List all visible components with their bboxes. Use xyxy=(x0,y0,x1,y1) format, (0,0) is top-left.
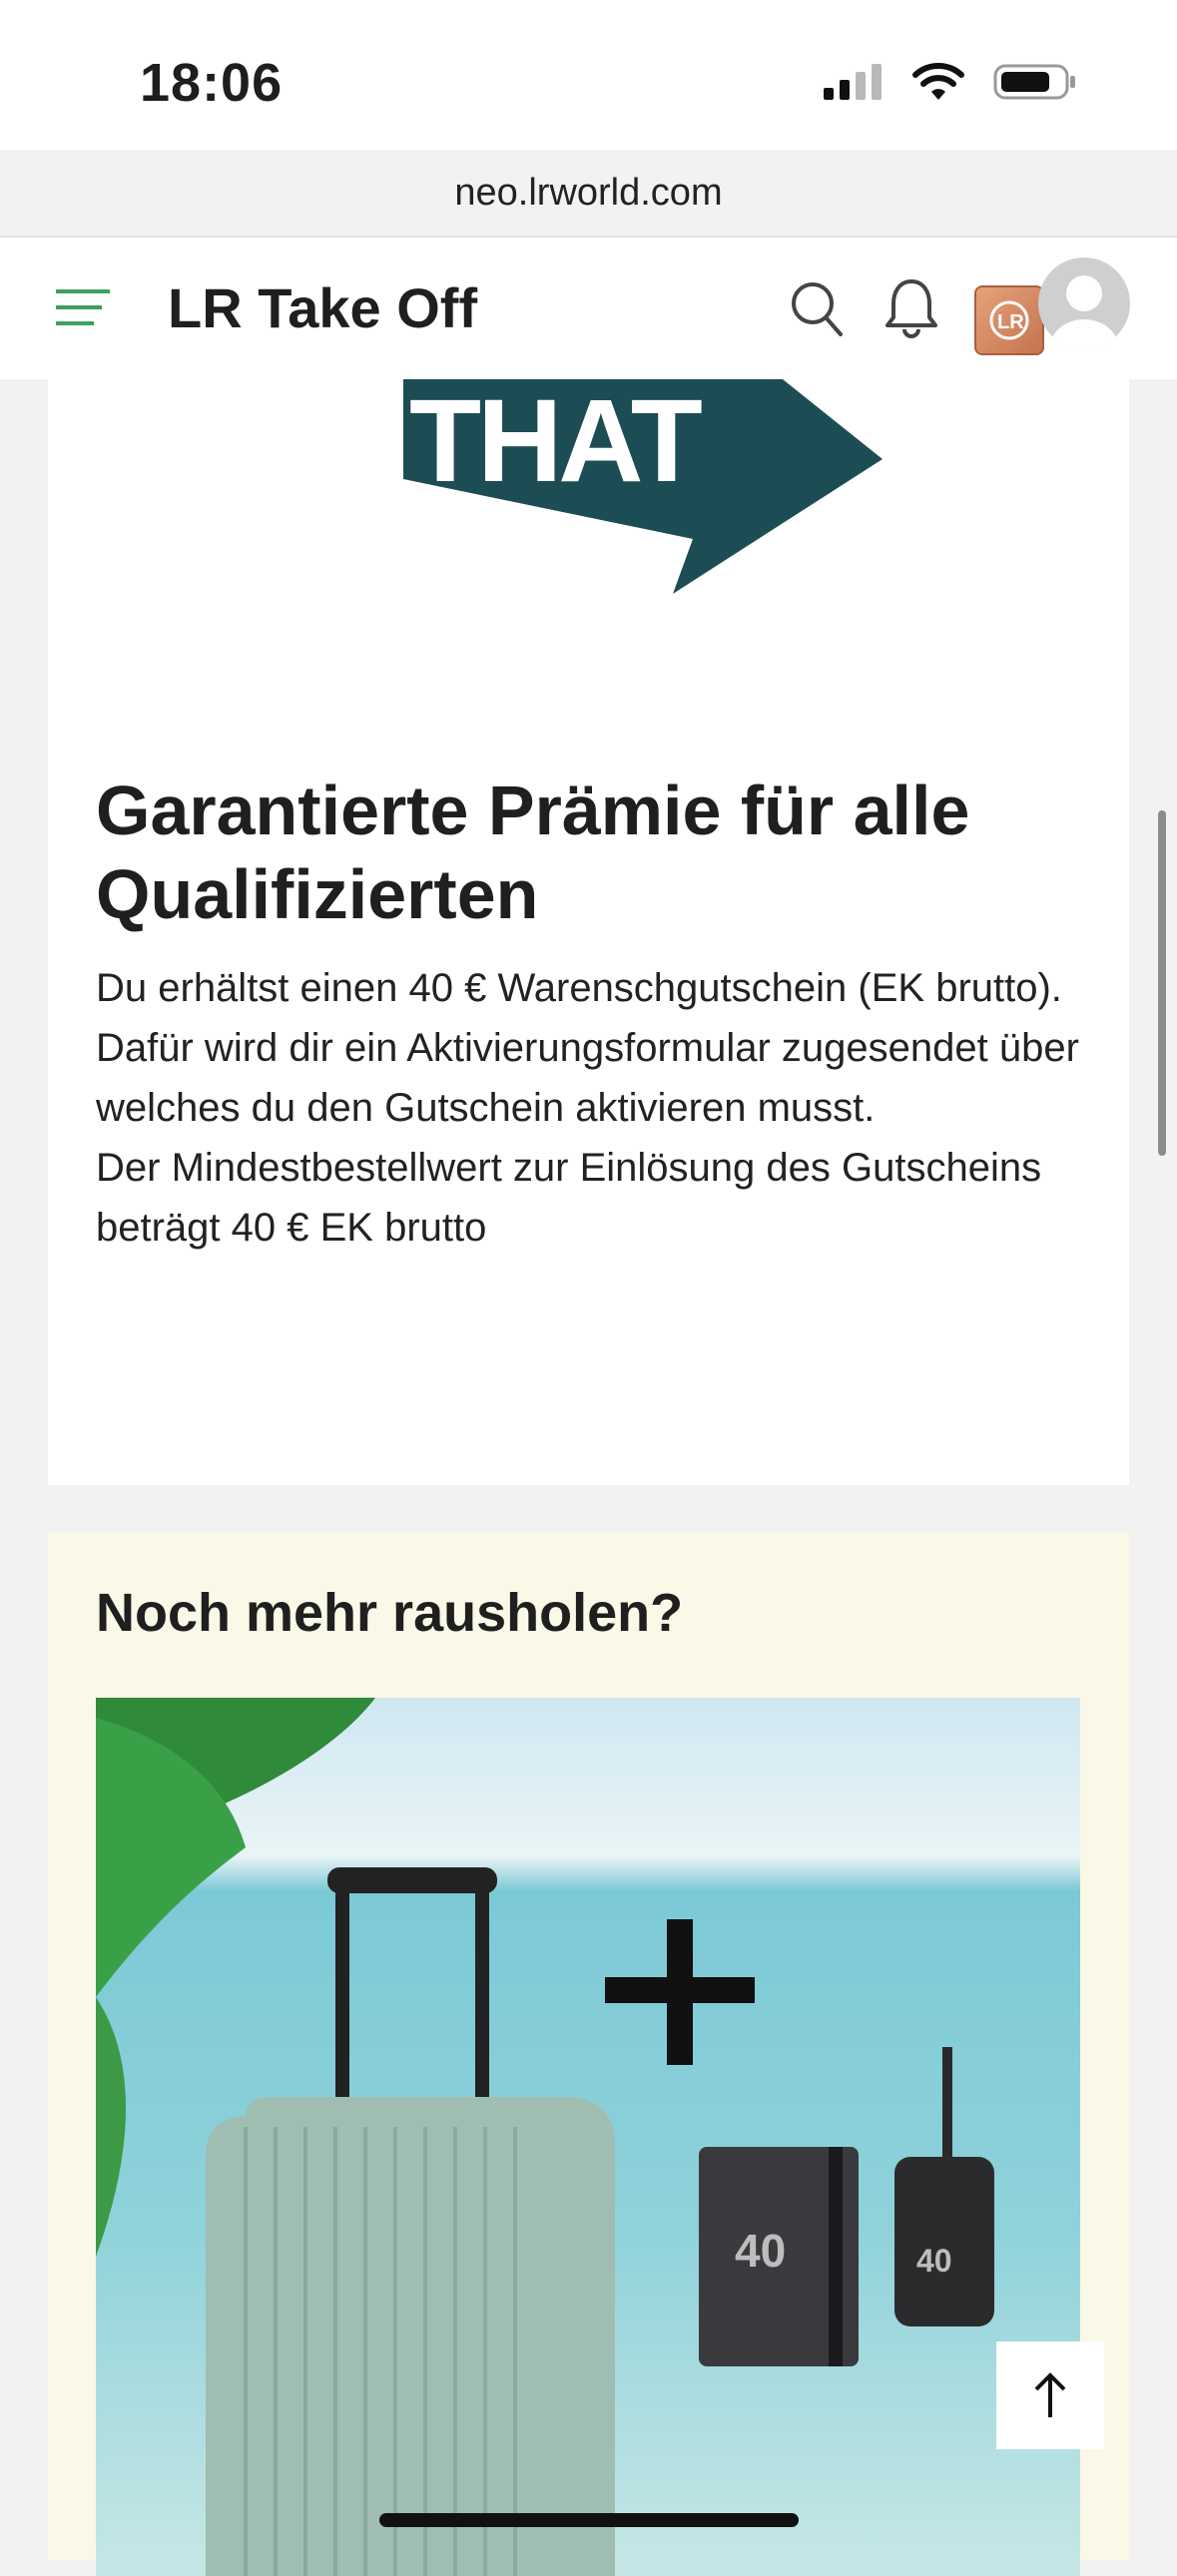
bell-icon[interactable] xyxy=(883,275,940,339)
search-icon[interactable] xyxy=(789,279,845,339)
battery-icon xyxy=(993,64,1075,100)
promo-card: Noch mehr rausholen? 40 40 xyxy=(48,1532,1129,2576)
user-avatar-icon xyxy=(1050,275,1118,349)
status-time: 18:06 xyxy=(140,53,284,113)
browser-url[interactable]: neo.lrworld.com xyxy=(0,172,1177,215)
hamburger-menu-icon[interactable] xyxy=(56,287,110,327)
promo-illustration: 40 40 xyxy=(96,1698,1080,2576)
prize-description: Du erhältst einen 40 € Warenschgutschein… xyxy=(96,966,1079,1250)
wifi-icon xyxy=(912,63,964,100)
app-title: LR Take Off xyxy=(168,276,478,339)
prize-title: Garantierte Prämie für alle Qualifiziert… xyxy=(96,772,970,933)
app-header: LR Take Off LR xyxy=(0,238,1177,379)
passport-badge-text: 40 xyxy=(735,2225,786,2277)
campaign-logo: THAT xyxy=(403,379,883,594)
signal-icon xyxy=(824,64,882,100)
avatar[interactable] xyxy=(1038,258,1130,349)
status-bar: 18:06 neo.lrworld.com xyxy=(0,0,1177,214)
svg-text:LR: LR xyxy=(997,311,1024,333)
scroll-to-top-button[interactable] xyxy=(996,2341,1104,2449)
promo-image: 40 40 xyxy=(96,1698,1080,2576)
home-indicator xyxy=(379,2513,799,2527)
tag-badge-text: 40 xyxy=(916,2243,952,2279)
prize-card: THAT Garantierte Prämie für alle Qualifi… xyxy=(48,379,1129,1485)
promo-title: Noch mehr rausholen? xyxy=(96,1583,684,1643)
lr-logo-icon: LR xyxy=(989,300,1029,340)
arrow-up-icon xyxy=(1034,2372,1066,2417)
logo-text: THAT xyxy=(409,379,702,507)
status-icons xyxy=(824,62,1077,102)
page-scrollbar[interactable] xyxy=(1158,810,1166,1156)
lr-logo-badge[interactable]: LR xyxy=(974,285,1044,355)
